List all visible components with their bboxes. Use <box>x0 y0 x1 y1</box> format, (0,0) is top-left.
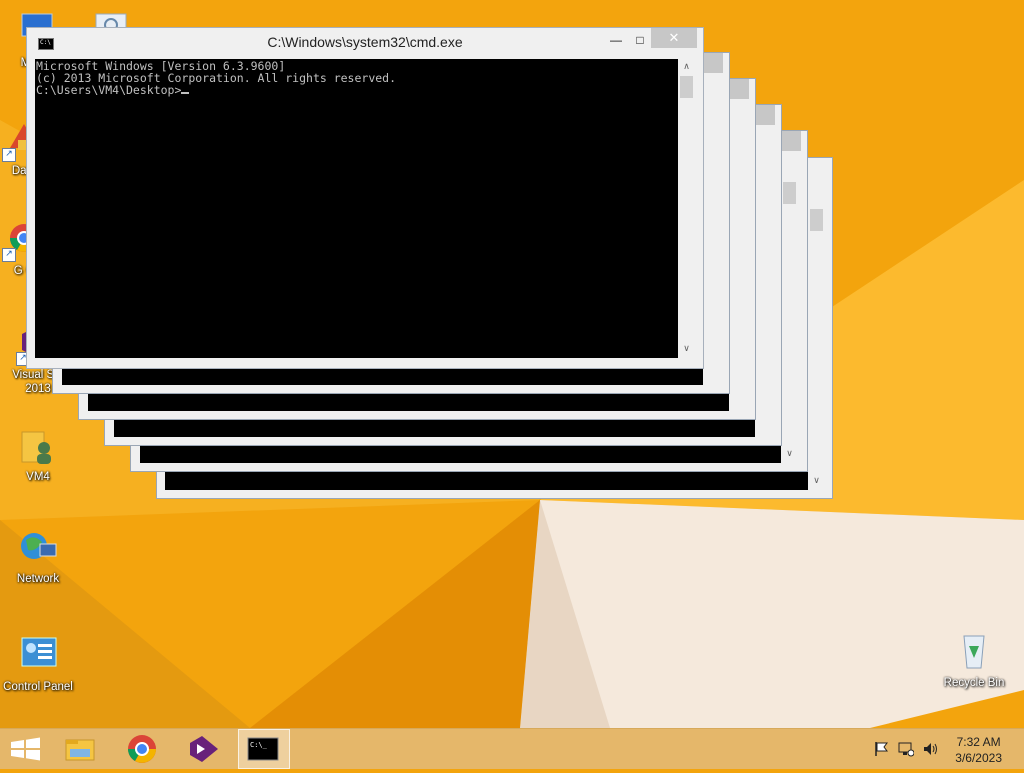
recycle-bin-icon <box>952 630 996 674</box>
command-prompt-icon: C:\_ <box>247 737 279 761</box>
shortcut-arrow-icon: ↗ <box>2 148 16 162</box>
close-button[interactable]: ✕ <box>651 28 697 48</box>
network-status-icon[interactable] <box>898 741 914 757</box>
desktop-icon-label: Control Panel <box>3 681 73 693</box>
start-button[interactable] <box>0 729 52 769</box>
taskbar-command-prompt[interactable]: C:\_ <box>238 729 290 769</box>
minimize-button[interactable]: — <box>603 30 629 50</box>
taskbar-visual-studio[interactable] <box>178 729 230 769</box>
shortcut-arrow-icon: ↗ <box>2 248 16 262</box>
window-title: C:\Windows\system32\cmd.exe <box>267 34 463 50</box>
svg-text:C:\_: C:\_ <box>250 741 268 749</box>
user-folder-icon <box>16 424 60 468</box>
network-icon <box>16 526 60 570</box>
desktop-icon-label: Recycle Bin <box>943 677 1005 689</box>
scroll-up-arrow-icon[interactable]: ∧ <box>678 59 695 76</box>
taskbar-chrome[interactable] <box>116 729 168 769</box>
action-center-flag-icon[interactable] <box>874 741 890 757</box>
desktop-icon-recycle-bin[interactable]: Recycle Bin <box>936 630 1012 690</box>
console-prompt: C:\Users\VM4\Desktop> <box>36 83 182 97</box>
desktop-icon-vm4[interactable]: VM4 <box>0 424 76 484</box>
desktop-icon-network[interactable]: Network <box>0 526 76 586</box>
taskbar: C:\_ 7:32 AM 3/6/2023 <box>0 728 1024 769</box>
console-output[interactable]: Microsoft Windows [Version 6.3.9600] (c) … <box>35 59 678 358</box>
vertical-scrollbar[interactable]: ∨ <box>781 162 798 463</box>
maximize-button[interactable]: □ <box>627 30 653 50</box>
control-panel-icon <box>16 634 60 678</box>
desktop-icon-label: VM4 <box>26 471 50 483</box>
windows-start-icon <box>11 737 40 761</box>
vertical-scrollbar[interactable]: ∨ <box>808 189 825 490</box>
desktop-icon-label: Network <box>16 573 60 585</box>
scroll-thumb[interactable] <box>680 76 693 98</box>
clock-date: 3/6/2023 <box>955 751 1002 765</box>
visual-studio-icon <box>190 736 218 762</box>
text-cursor <box>181 92 190 94</box>
volume-icon[interactable] <box>922 741 938 757</box>
cmd-window[interactable]: C:\ C:\Windows\system32\cmd.exe — □ ✕ Mi… <box>26 27 704 369</box>
clock-time: 7:32 AM <box>956 735 1001 749</box>
clock[interactable]: 7:32 AM 3/6/2023 <box>955 734 1002 766</box>
desktop-icon-control-panel[interactable]: Control Panel <box>0 634 76 694</box>
file-explorer-icon <box>65 739 95 761</box>
chrome-icon <box>128 735 156 763</box>
vertical-scrollbar[interactable]: ∧ ∨ <box>678 59 695 358</box>
taskbar-file-explorer[interactable] <box>54 729 106 769</box>
scroll-down-arrow-icon[interactable]: ∨ <box>678 341 695 358</box>
console-prompt-line: C:\Users\VM4\Desktop> <box>36 84 678 96</box>
